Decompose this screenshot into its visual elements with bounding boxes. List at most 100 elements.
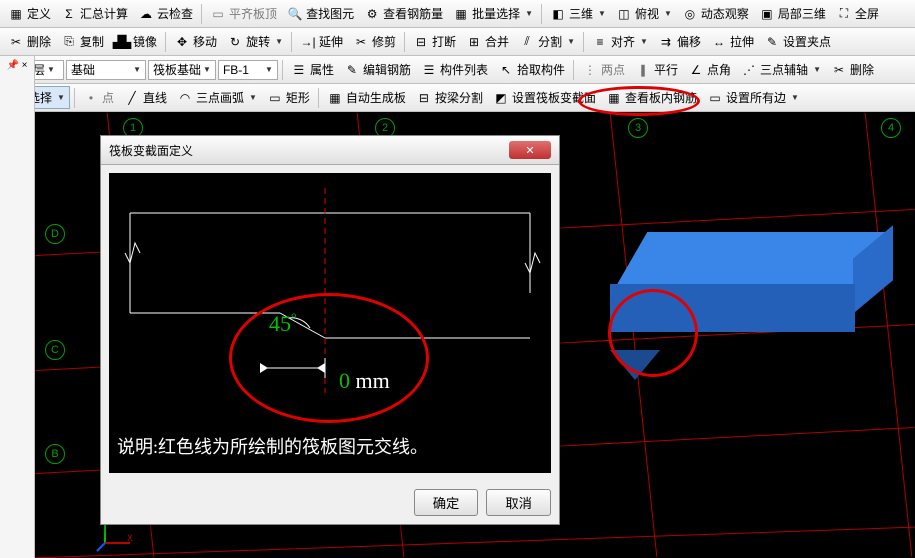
viewslabrebar-label: 查看板内钢筋 <box>625 89 697 106</box>
setalledge-button[interactable]: ▭设置所有边▼ <box>703 87 803 108</box>
define-label: 定义 <box>27 5 51 22</box>
move-button[interactable]: ✥移动 <box>170 31 221 52</box>
section-canvas[interactable]: 45° 0 mm 说明:红色线为所绘制的筏板图元交线。 <box>109 173 551 473</box>
copy-label: 复制 <box>80 33 104 50</box>
cloudcheck-label: 云检查 <box>157 5 193 22</box>
ptangle-button[interactable]: ∠点角 <box>684 59 735 80</box>
viewslabrebar-button[interactable]: ▦查看板内钢筋 <box>602 87 701 108</box>
delaux-button[interactable]: ✂删除 <box>827 59 878 80</box>
flattop-label: 平齐板顶 <box>229 5 277 22</box>
findelem-label: 查找图元 <box>306 5 354 22</box>
type-combo[interactable]: 筏板基础▼ <box>148 60 216 80</box>
pin-icon[interactable]: 📌 × <box>6 60 27 71</box>
cloud-icon: ☁ <box>138 6 154 22</box>
extend-button[interactable]: →|延伸 <box>296 31 347 52</box>
trim-label: 修剪 <box>372 33 396 50</box>
editrebar-button[interactable]: ✎编辑钢筋 <box>340 59 415 80</box>
merge-button[interactable]: ⊞合并 <box>462 31 513 52</box>
parallel-button[interactable]: ∥平行 <box>631 59 682 80</box>
pickcomp-button[interactable]: ↖拾取构件 <box>494 59 569 80</box>
pick-icon: ↖ <box>498 62 514 78</box>
grid-label-col: 3 <box>628 118 648 138</box>
grid-label-col: 4 <box>881 118 901 138</box>
dialog-titlebar[interactable]: 筏板变截面定义 ✕ <box>101 136 559 165</box>
setsection-label: 设置筏板变截面 <box>512 89 596 106</box>
threed-button[interactable]: ◧三维▼ <box>546 3 610 24</box>
autoslab-button[interactable]: ▦自动生成板 <box>323 87 410 108</box>
dynview-button[interactable]: ◎动态观察 <box>678 3 753 24</box>
setsection-button[interactable]: ◩设置筏板变截面 <box>489 87 600 108</box>
delete-icon: ✂ <box>8 34 24 50</box>
rotate-icon: ↻ <box>227 34 243 50</box>
twopt-button[interactable]: ⋮两点 <box>578 59 629 80</box>
parallel-icon: ∥ <box>635 62 651 78</box>
sidebar: 📌 × <box>0 56 35 558</box>
copy-button[interactable]: ⎘复制 <box>57 31 108 52</box>
extend-icon: →| <box>300 34 316 50</box>
align-button[interactable]: ≡对齐▼ <box>588 31 652 52</box>
separator <box>583 32 584 52</box>
raft-slab-3d[interactable] <box>610 232 890 352</box>
trim-button[interactable]: ✂修剪 <box>349 31 400 52</box>
complist-button[interactable]: ☰构件列表 <box>417 59 492 80</box>
category-combo[interactable]: 基础▼ <box>66 60 146 80</box>
local-icon: ▣ <box>759 6 775 22</box>
delete-button[interactable]: ✂删除 <box>4 31 55 52</box>
batchsel-button[interactable]: ▦批量选择▼ <box>449 3 537 24</box>
delete-label: 删除 <box>27 33 51 50</box>
cancel-button[interactable]: 取消 <box>486 489 551 516</box>
align-icon: ≡ <box>592 34 608 50</box>
split-label: 分割 <box>538 33 562 50</box>
batchsel-label: 批量选择 <box>472 5 520 22</box>
name-combo[interactable]: FB-1▼ <box>218 60 278 80</box>
separator <box>318 88 319 108</box>
prop-button[interactable]: ☰属性 <box>287 59 338 80</box>
grid-line <box>35 527 914 558</box>
prop-label: 属性 <box>310 61 334 78</box>
arc3pt-button[interactable]: ◠三点画弧▼ <box>173 87 261 108</box>
beamsplit-button[interactable]: ⊟按梁分割 <box>412 87 487 108</box>
dialog-title-text: 筏板变截面定义 <box>109 142 193 159</box>
mirror-button[interactable]: ▟▙镜像 <box>110 31 161 52</box>
offset-value: 0 mm <box>339 368 390 394</box>
line-button[interactable]: ╱直线 <box>120 87 171 108</box>
fullscreen-button[interactable]: ⛶全屏 <box>832 3 883 24</box>
close-button[interactable]: ✕ <box>509 141 551 159</box>
viewrebar-button[interactable]: ⚙查看钢筋量 <box>360 3 447 24</box>
offset-button[interactable]: ⇉偏移 <box>654 31 705 52</box>
stretch-label: 拉伸 <box>730 33 754 50</box>
point-button[interactable]: •点 <box>79 87 118 108</box>
cloudcheck-button[interactable]: ☁云检查 <box>134 3 197 24</box>
toolbar-main: ▦定义 Σ汇总计算 ☁云检查 ▭平齐板顶 🔍查找图元 ⚙查看钢筋量 ▦批量选择▼… <box>0 0 915 28</box>
define-button[interactable]: ▦定义 <box>4 3 55 24</box>
editrebar-icon: ✎ <box>344 62 360 78</box>
chevron-down-icon: ▼ <box>47 65 55 74</box>
threeptaux-button[interactable]: ⋰三点辅轴▼ <box>737 59 825 80</box>
autoslab-label: 自动生成板 <box>346 89 406 106</box>
toolbar-component: 基础层▼ 基础▼ 筏板基础▼ FB-1▼ ☰属性 ✎编辑钢筋 ☰构件列表 ↖拾取… <box>0 56 915 84</box>
local3d-button[interactable]: ▣局部三维 <box>755 3 830 24</box>
toolbar-edit: ✂删除 ⎘复制 ▟▙镜像 ✥移动 ↻旋转▼ →|延伸 ✂修剪 ⊟打断 ⊞合并 ⫽… <box>0 28 915 56</box>
close-icon: ✕ <box>525 144 534 157</box>
ok-button[interactable]: 确定 <box>414 489 479 516</box>
persp-button[interactable]: ◫俯视▼ <box>612 3 676 24</box>
rotate-button[interactable]: ↻旋转▼ <box>223 31 287 52</box>
break-button[interactable]: ⊟打断 <box>409 31 460 52</box>
move-icon: ✥ <box>174 34 190 50</box>
split-button[interactable]: ⫽分割▼ <box>515 31 579 52</box>
break-icon: ⊟ <box>413 34 429 50</box>
toolbar-draw: ↖选择▼ •点 ╱直线 ◠三点画弧▼ ▭矩形 ▦自动生成板 ⊟按梁分割 ◩设置筏… <box>0 84 915 112</box>
findelem-button[interactable]: 🔍查找图元 <box>283 3 358 24</box>
split-icon: ⫽ <box>519 34 535 50</box>
flattop-button[interactable]: ▭平齐板顶 <box>206 3 281 24</box>
stretch-button[interactable]: ↔拉伸 <box>707 31 758 52</box>
separator <box>573 60 574 80</box>
edge-icon: ▭ <box>707 90 723 106</box>
ptangle-label: 点角 <box>707 61 731 78</box>
sumcalc-button[interactable]: Σ汇总计算 <box>57 3 132 24</box>
viewrebar-label: 查看钢筋量 <box>383 5 443 22</box>
dialog-footer: 确定 取消 <box>101 481 559 524</box>
angle-icon: ∠ <box>688 62 704 78</box>
rect-button[interactable]: ▭矩形 <box>263 87 314 108</box>
setclamp-button[interactable]: ✎设置夹点 <box>760 31 835 52</box>
